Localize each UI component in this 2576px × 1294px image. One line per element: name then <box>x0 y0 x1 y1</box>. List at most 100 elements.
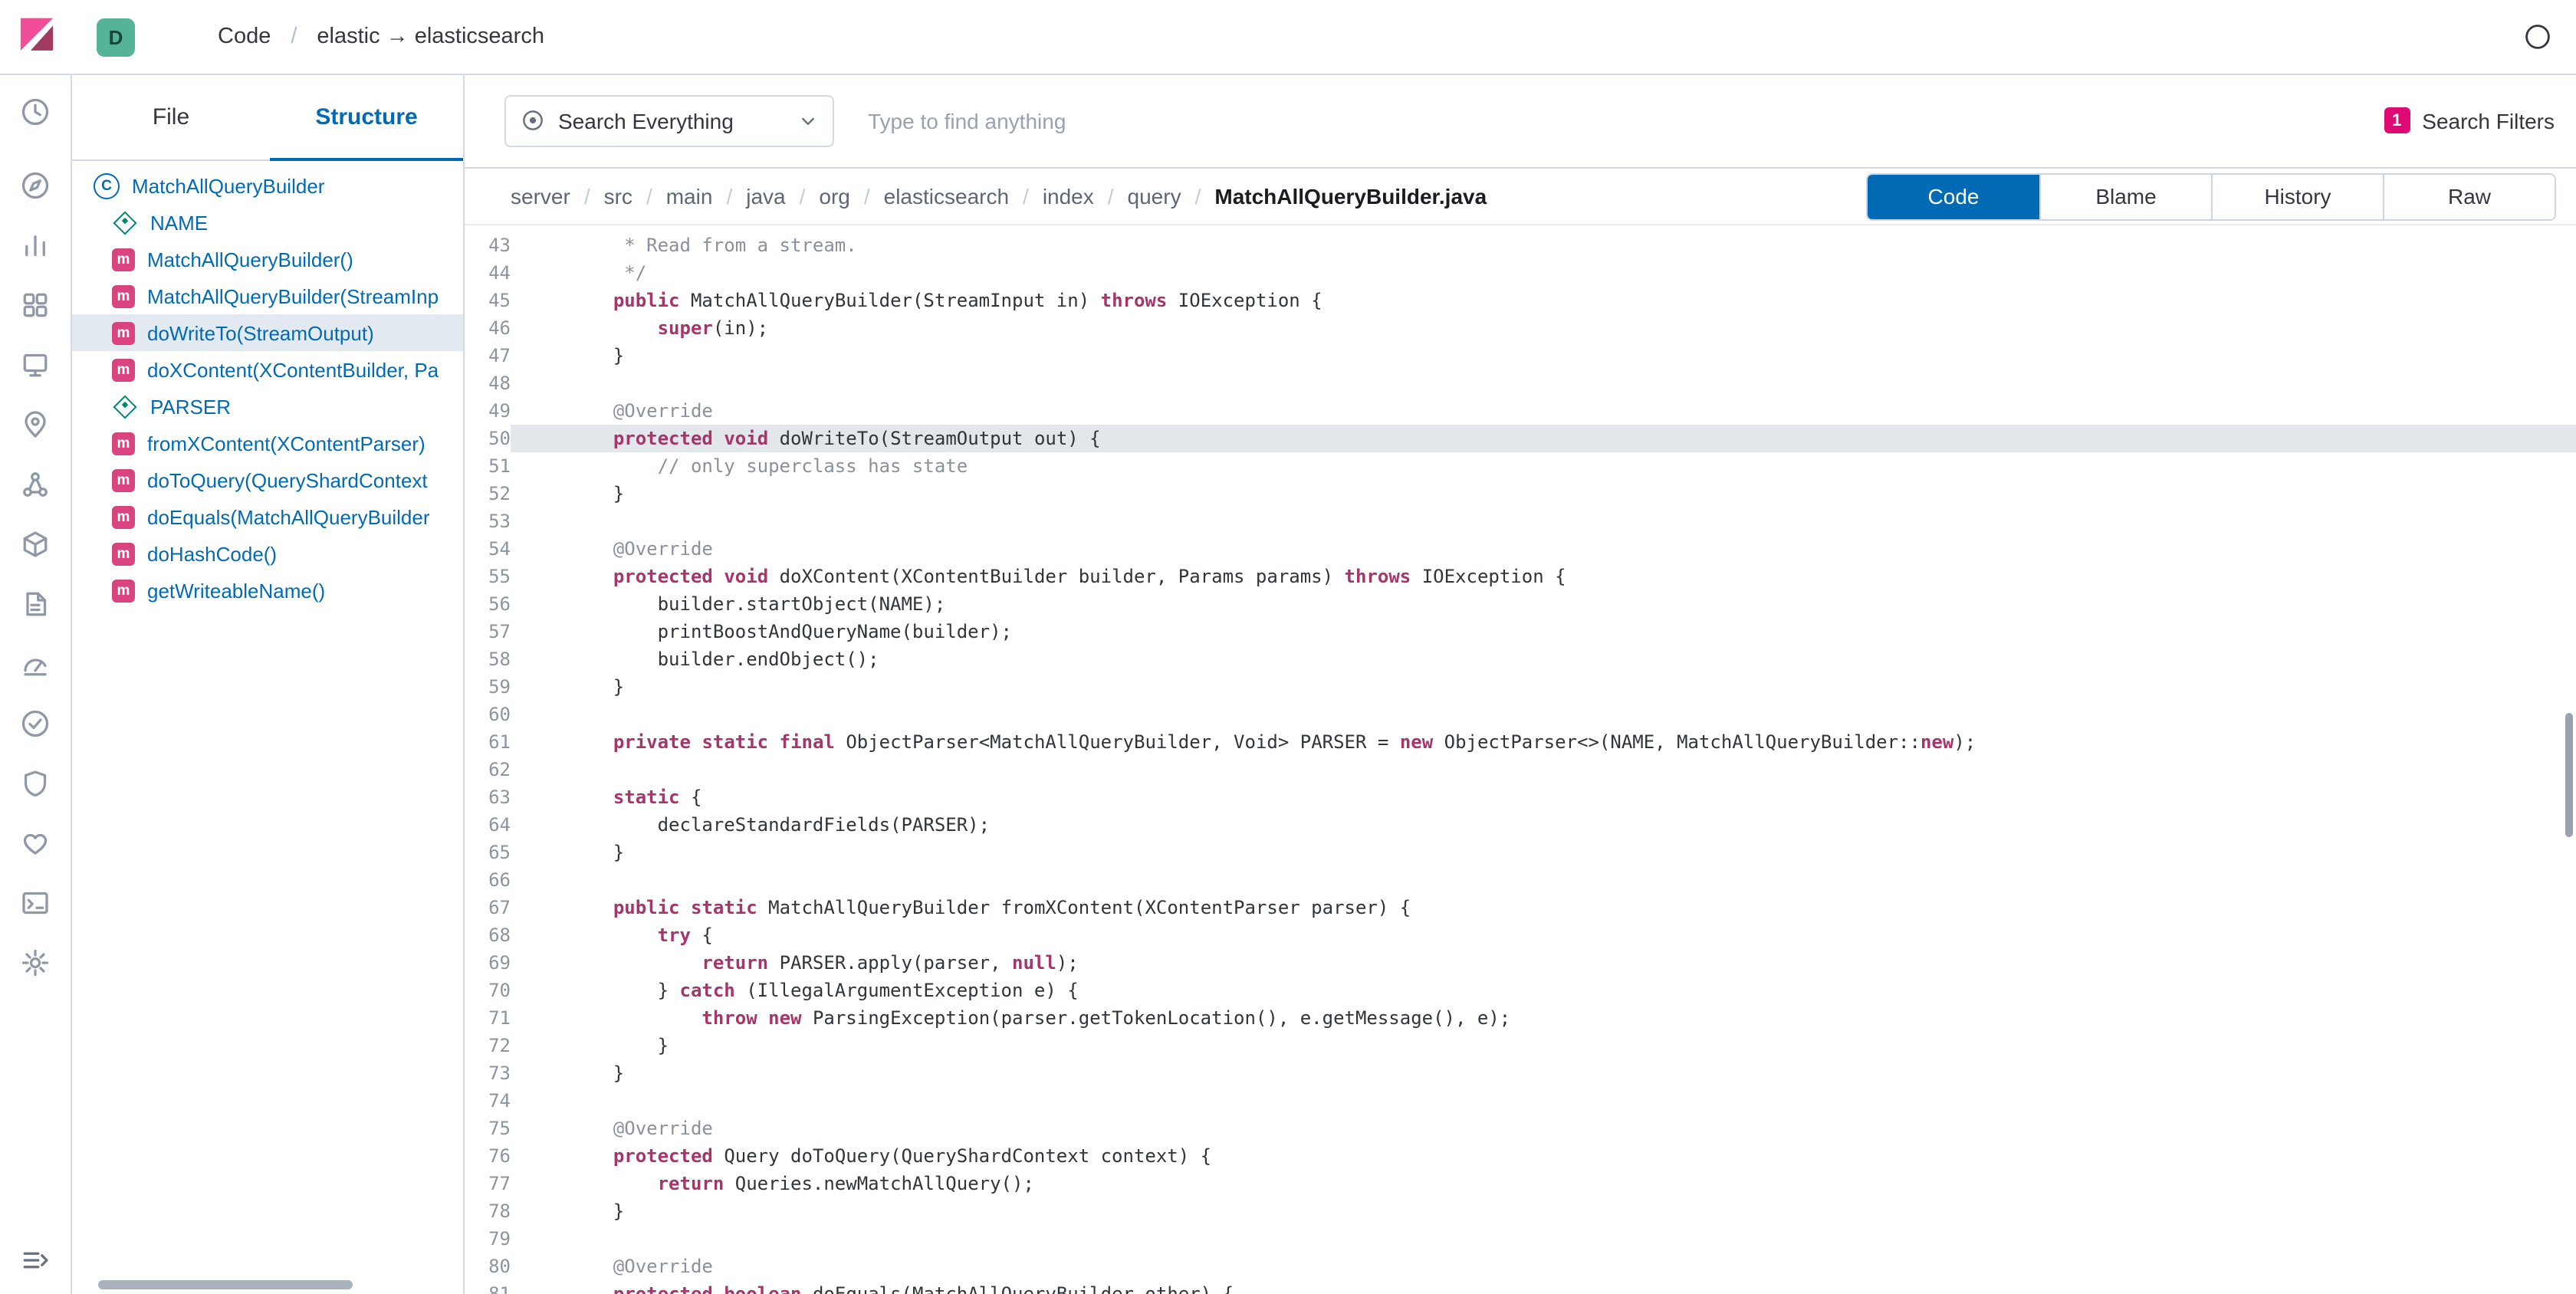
line-number[interactable]: 64 <box>465 811 511 839</box>
line-number[interactable]: 59 <box>465 673 511 701</box>
line-number[interactable]: 71 <box>465 1004 511 1032</box>
path-segment[interactable]: elasticsearch <box>884 184 1009 209</box>
structure-item[interactable]: mdoToQuery(QueryShardContext <box>72 461 463 498</box>
line-number[interactable]: 46 <box>465 314 511 342</box>
file-name[interactable]: MatchAllQueryBuilder.java <box>1214 184 1487 209</box>
kibana-logo-icon[interactable] <box>17 17 57 57</box>
rail-item-infrastructure[interactable] <box>20 529 51 560</box>
structure-item[interactable]: PARSER <box>72 388 463 425</box>
line-number[interactable]: 68 <box>465 921 511 949</box>
horizontal-scrollbar[interactable] <box>98 1280 353 1289</box>
rail-item-discover[interactable] <box>20 170 51 201</box>
view-tab-history[interactable]: History <box>2211 174 2383 218</box>
line-number[interactable]: 58 <box>465 645 511 673</box>
line-number[interactable]: 56 <box>465 590 511 618</box>
line-number[interactable]: 70 <box>465 977 511 1004</box>
rail-item-dashboard[interactable] <box>20 290 51 320</box>
line-number[interactable]: 43 <box>465 232 511 259</box>
rail-item-management[interactable] <box>20 948 51 978</box>
structure-item[interactable]: mgetWriteableName() <box>72 572 463 609</box>
line-number[interactable]: 77 <box>465 1170 511 1197</box>
line-number[interactable]: 66 <box>465 866 511 894</box>
view-tab-raw[interactable]: Raw <box>2383 174 2555 218</box>
tab-file[interactable]: File <box>72 74 270 159</box>
line-number[interactable]: 57 <box>465 618 511 645</box>
search-input[interactable] <box>834 93 2368 148</box>
search-scope-select[interactable]: Search Everything <box>504 94 834 146</box>
line-number[interactable]: 55 <box>465 563 511 590</box>
method-icon: m <box>112 579 135 602</box>
code-text <box>511 1225 2576 1253</box>
structure-item[interactable]: mMatchAllQueryBuilder() <box>72 241 463 278</box>
structure-item-label: MatchAllQueryBuilder(StreamInp <box>147 284 439 307</box>
help-button[interactable] <box>2521 20 2555 54</box>
line-number[interactable]: 53 <box>465 507 511 535</box>
line-number[interactable]: 54 <box>465 535 511 563</box>
structure-item[interactable]: CMatchAllQueryBuilder <box>72 167 463 204</box>
line-number[interactable]: 63 <box>465 783 511 811</box>
line-number[interactable]: 47 <box>465 342 511 369</box>
rail-item-visualize[interactable] <box>20 230 51 261</box>
stack-monitoring-icon <box>20 828 51 859</box>
rail-item-uptime[interactable] <box>20 708 51 739</box>
structure-item[interactable]: mdoXContent(XContentBuilder, Pa <box>72 351 463 388</box>
line-number[interactable]: 79 <box>465 1225 511 1253</box>
rail-item-maps[interactable] <box>20 409 51 440</box>
line-number[interactable]: 48 <box>465 369 511 397</box>
code-text: } <box>511 839 2576 866</box>
code-line: 62 <box>465 756 2576 783</box>
view-tab-code[interactable]: Code <box>1868 174 2039 218</box>
line-number[interactable]: 45 <box>465 287 511 314</box>
view-tab-blame[interactable]: Blame <box>2039 174 2211 218</box>
rail-item-apm[interactable] <box>20 649 51 679</box>
search-filters-button[interactable]: 1 Search Filters <box>2384 107 2555 133</box>
line-number[interactable]: 60 <box>465 701 511 728</box>
line-number[interactable]: 78 <box>465 1197 511 1225</box>
line-number[interactable]: 51 <box>465 452 511 480</box>
structure-item[interactable]: mdoEquals(MatchAllQueryBuilder <box>72 498 463 535</box>
line-number[interactable]: 75 <box>465 1115 511 1142</box>
line-number[interactable]: 61 <box>465 728 511 756</box>
rail-item-canvas[interactable] <box>20 350 51 380</box>
line-number[interactable]: 62 <box>465 756 511 783</box>
structure-item[interactable]: mfromXContent(XContentParser) <box>72 425 463 461</box>
rail-item-logs[interactable] <box>20 589 51 619</box>
path-segment[interactable]: query <box>1128 184 1181 209</box>
structure-item[interactable]: NAME <box>72 204 463 241</box>
line-number[interactable]: 73 <box>465 1059 511 1087</box>
rail-item-dev-tools[interactable] <box>20 888 51 918</box>
line-number[interactable]: 52 <box>465 480 511 507</box>
path-segment[interactable]: main <box>666 184 713 209</box>
code-line: 52 } <box>465 480 2576 507</box>
line-number[interactable]: 49 <box>465 397 511 425</box>
line-number[interactable]: 72 <box>465 1032 511 1059</box>
line-number[interactable]: 80 <box>465 1253 511 1280</box>
path-segment[interactable]: server <box>511 184 570 209</box>
line-number[interactable]: 81 <box>465 1280 511 1294</box>
breadcrumb-app[interactable]: Code <box>218 25 271 49</box>
path-segment[interactable]: index <box>1043 184 1094 209</box>
code-text: static { <box>511 783 2576 811</box>
breadcrumb-repo[interactable]: elastic → elasticsearch <box>317 25 544 49</box>
line-number[interactable]: 69 <box>465 949 511 977</box>
rail-item-stack-monitoring[interactable] <box>20 828 51 859</box>
space-avatar[interactable]: D <box>97 18 135 56</box>
rail-item-recently-viewed[interactable] <box>20 97 51 127</box>
line-number[interactable]: 44 <box>465 259 511 287</box>
path-segment[interactable]: java <box>746 184 785 209</box>
structure-item[interactable]: mdoWriteTo(StreamOutput) <box>72 314 463 351</box>
line-number[interactable]: 76 <box>465 1142 511 1170</box>
rail-item-machine-learning[interactable] <box>20 469 51 500</box>
path-segment[interactable]: org <box>819 184 849 209</box>
line-number[interactable]: 67 <box>465 894 511 921</box>
path-segment[interactable]: src <box>604 184 632 209</box>
line-number[interactable]: 65 <box>465 839 511 866</box>
line-number[interactable]: 50 <box>465 425 511 452</box>
rail-item-siem[interactable] <box>20 768 51 799</box>
structure-item[interactable]: mMatchAllQueryBuilder(StreamInp <box>72 278 463 314</box>
vertical-scrollbar[interactable] <box>2565 713 2573 837</box>
structure-item[interactable]: mdoHashCode() <box>72 535 463 572</box>
rail-collapse-button[interactable] <box>20 1245 51 1276</box>
line-number[interactable]: 74 <box>465 1087 511 1115</box>
tab-structure[interactable]: Structure <box>270 74 463 159</box>
